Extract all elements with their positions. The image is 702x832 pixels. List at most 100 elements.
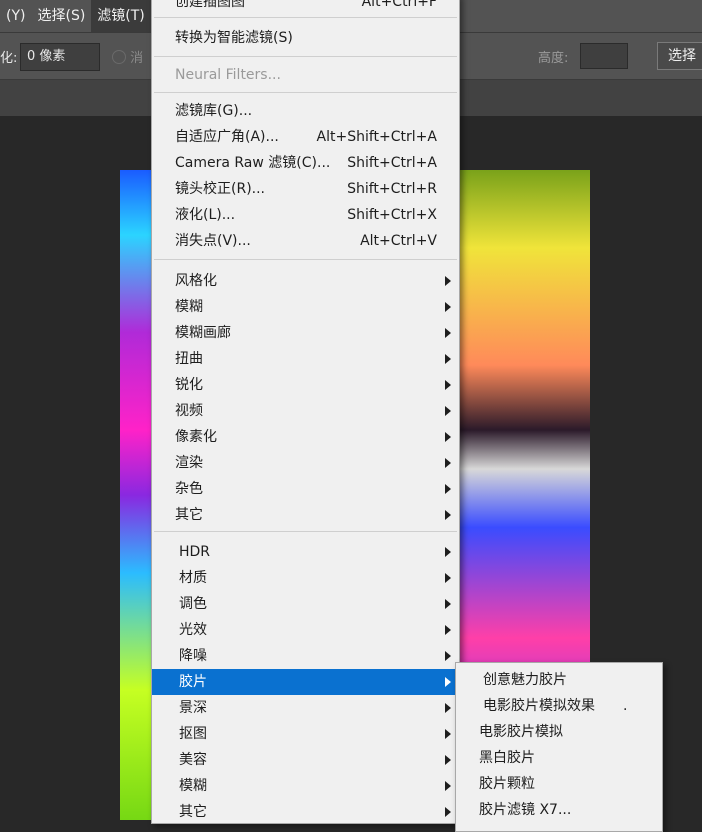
menu-item-shortcut: Shift+Ctrl+X [347, 207, 437, 223]
menu-item-label: 光效 [179, 622, 207, 638]
menu-item-other[interactable]: 其它 [152, 502, 459, 528]
chevron-right-icon [445, 625, 451, 635]
chevron-right-icon [445, 276, 451, 286]
feather-input[interactable]: 0 像素 [20, 43, 100, 71]
menu-item-label: 消失点(V)... [175, 233, 251, 249]
film-submenu: 创意魅力胶片 电影胶片模拟效果 . 电影胶片模拟 黑白胶片 胶片颗粒 胶片滤镜 … [455, 662, 663, 832]
chevron-right-icon [445, 406, 451, 416]
menu-item-select[interactable]: 选择(S) [31, 0, 91, 32]
menu-item-label: 渲染 [175, 455, 203, 471]
chevron-right-icon [445, 458, 451, 468]
submenu-item-film-grain[interactable]: 胶片颗粒 [456, 771, 662, 797]
menu-item-label: 材质 [179, 570, 207, 586]
menu-item-hdr[interactable]: HDR [152, 539, 459, 565]
menu-item-label: 滤镜库(G)... [175, 103, 253, 119]
menu-item-material[interactable]: 材质 [152, 565, 459, 591]
menu-item-label: 风格化 [175, 273, 217, 289]
menu-item-noise[interactable]: 杂色 [152, 476, 459, 502]
menu-item-camera-raw[interactable]: Camera Raw 滤镜(C)... Shift+Ctrl+A [152, 150, 459, 176]
antialias-label: 消 [130, 51, 144, 66]
menu-item-label: 扭曲 [175, 351, 203, 367]
menu-item-blur[interactable]: 模糊 [152, 294, 459, 320]
filter-menu: 创建插图图 Alt+Ctrl+F 转换为智能滤镜(S) Neural Filte… [151, 0, 460, 824]
submenu-item-creative-film[interactable]: 创意魅力胶片 [456, 667, 662, 693]
submenu-item-label: 创意魅力胶片 [483, 672, 567, 688]
menu-item-label: 视频 [175, 403, 203, 419]
menu-item-denoise[interactable]: 降噪 [152, 643, 459, 669]
menu-item-filter-gallery[interactable]: 滤镜库(G)... [152, 98, 459, 124]
chevron-right-icon [445, 484, 451, 494]
menu-item-convert-smart-filters[interactable]: 转换为智能滤镜(S) [152, 25, 459, 51]
submenu-item-label: 电影胶片模拟 [479, 724, 563, 740]
menu-item-create-illustration[interactable]: 创建插图图 Alt+Ctrl+F [152, 0, 459, 15]
submenu-item-label: 胶片滤镜 X7... [479, 802, 572, 818]
menu-item-beauty[interactable]: 美容 [152, 747, 459, 773]
menu-item-label: Neural Filters... [175, 67, 281, 83]
menu-item-label: 降噪 [179, 648, 207, 664]
chevron-right-icon [445, 302, 451, 312]
menu-item-label: 美容 [179, 752, 207, 768]
chevron-right-icon [445, 573, 451, 583]
menu-item-pixelate[interactable]: 像素化 [152, 424, 459, 450]
height-label: 高度: [538, 51, 569, 66]
submenu-item-movie-film-sim[interactable]: 电影胶片模拟 [456, 719, 662, 745]
menu-item-label: 模糊 [179, 778, 207, 794]
menu-item-film[interactable]: 胶片 [152, 669, 459, 695]
menu-item-sharpen[interactable]: 锐化 [152, 372, 459, 398]
menu-item-depth-of-field[interactable]: 景深 [152, 695, 459, 721]
menu-item-shortcut: Alt+Ctrl+F [361, 0, 437, 10]
antialias-checkbox[interactable]: 消 [112, 47, 143, 66]
menu-item-label: 抠图 [179, 726, 207, 742]
menu-item-render[interactable]: 渲染 [152, 450, 459, 476]
menu-item-liquify[interactable]: 液化(L)... Shift+Ctrl+X [152, 202, 459, 228]
chevron-right-icon [445, 651, 451, 661]
select-and-mask-button[interactable]: 选择 [657, 42, 702, 70]
menu-item-label: 模糊画廊 [175, 325, 231, 341]
menu-item-label: 其它 [175, 507, 203, 523]
menu-separator [154, 259, 457, 260]
submenu-item-movie-film-effect[interactable]: 电影胶片模拟效果 . [456, 693, 662, 719]
menu-item-y[interactable]: (Y) [0, 0, 31, 32]
menu-item-blur-gallery[interactable]: 模糊画廊 [152, 320, 459, 346]
menu-item-label: HDR [179, 544, 211, 560]
menu-item-label: 调色 [179, 596, 207, 612]
menu-item-filter[interactable]: 滤镜(T) [91, 0, 151, 32]
menu-item-stylize[interactable]: 风格化 [152, 268, 459, 294]
height-input[interactable] [580, 43, 628, 69]
menu-item-vanishing-point[interactable]: 消失点(V)... Alt+Ctrl+V [152, 228, 459, 254]
menu-item-lens-correction[interactable]: 镜头校正(R)... Shift+Ctrl+R [152, 176, 459, 202]
menu-item-cutout[interactable]: 抠图 [152, 721, 459, 747]
menu-item-label: 其它 [179, 804, 207, 820]
submenu-item-label: 胶片颗粒 [479, 776, 535, 792]
menu-item-label: 镜头校正(R)... [175, 181, 266, 197]
chevron-right-icon [445, 677, 451, 687]
menu-item-shortcut: Shift+Ctrl+A [347, 155, 437, 171]
menu-item-blur-plugin[interactable]: 模糊 [152, 773, 459, 799]
menu-item-other-plugin[interactable]: 其它 [152, 799, 459, 825]
submenu-item-label: 电影胶片模拟效果 . [483, 698, 628, 714]
menu-item-shortcut: Shift+Ctrl+R [347, 181, 437, 197]
chevron-right-icon [445, 510, 451, 520]
menu-separator [154, 531, 457, 532]
chevron-right-icon [445, 729, 451, 739]
menu-item-video[interactable]: 视频 [152, 398, 459, 424]
menu-item-label: Camera Raw 滤镜(C)... [175, 155, 331, 171]
menu-item-distort[interactable]: 扭曲 [152, 346, 459, 372]
menu-item-label: 模糊 [175, 299, 203, 315]
chevron-right-icon [445, 703, 451, 713]
chevron-right-icon [445, 599, 451, 609]
menu-separator [154, 56, 457, 57]
chevron-right-icon [445, 432, 451, 442]
menu-item-shortcut: Alt+Shift+Ctrl+A [316, 129, 437, 145]
chevron-right-icon [445, 781, 451, 791]
menu-separator [154, 17, 457, 18]
submenu-item-film-filter-x7[interactable]: 胶片滤镜 X7... [456, 797, 662, 823]
chevron-right-icon [445, 755, 451, 765]
menu-item-light-effects[interactable]: 光效 [152, 617, 459, 643]
chevron-right-icon [445, 380, 451, 390]
menu-item-color-grading[interactable]: 调色 [152, 591, 459, 617]
menu-item-neural-filters: Neural Filters... [152, 62, 459, 88]
menu-item-adaptive-wide-angle[interactable]: 自适应广角(A)... Alt+Shift+Ctrl+A [152, 124, 459, 150]
chevron-right-icon [445, 354, 451, 364]
submenu-item-bw-film[interactable]: 黑白胶片 [456, 745, 662, 771]
